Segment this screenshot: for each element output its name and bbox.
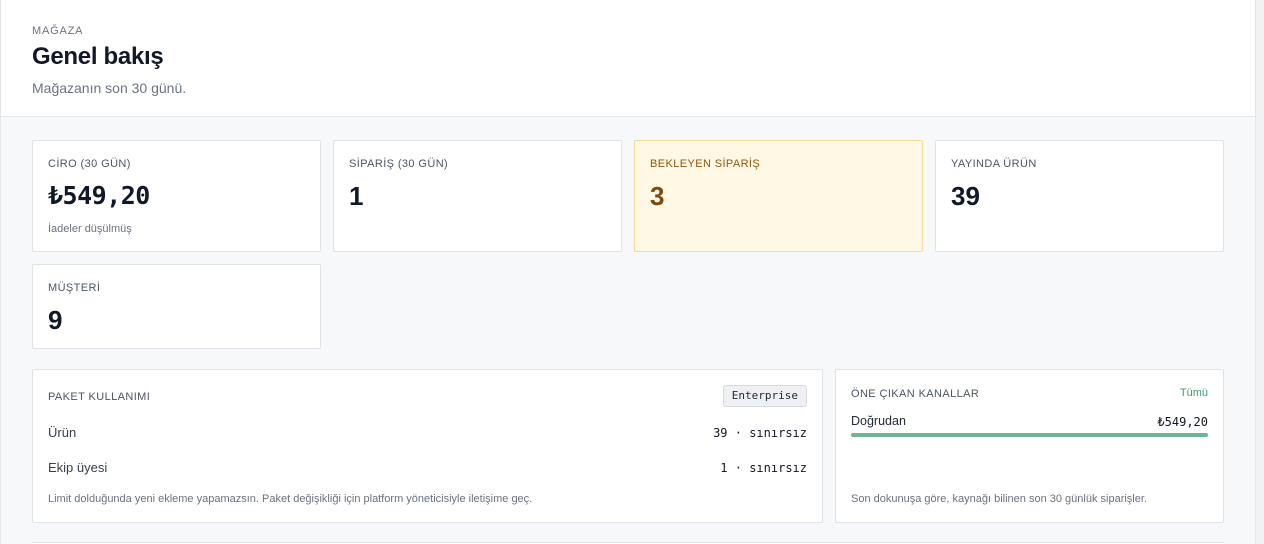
channels-note: Son dokunuşa göre, kaynağı bilinen son 3… [851,493,1147,505]
usage-value: 1 · sınırsız [720,461,807,475]
plan-usage-card: PAKET KULLANIMI Enterprise Ürün 39 · sın… [32,369,823,523]
stat-note: İadeler düşülmüş [48,223,132,235]
channel-share-fill [851,433,1208,437]
top-channels-card: ÖNE ÇIKAN KANALLAR Tümü Doğrudan ₺549,20… [835,369,1224,523]
channel-name: Doğrudan [851,414,906,428]
plan-usage-title: PAKET KULLANIMI [48,391,151,403]
plan-usage-note: Limit dolduğunda yeni ekleme yapamazsın.… [48,493,533,505]
page-subtitle: Mağazanın son 30 günü. [32,80,187,96]
page-header: MAĞAZA Genel bakış Mağazanın son 30 günü… [1,0,1255,117]
usage-value: 39 · sınırsız [713,426,807,440]
section-eyebrow: MAĞAZA [32,25,84,37]
stat-value: 1 [349,181,364,211]
stat-value: 9 [48,305,63,335]
overview-page: MAĞAZA Genel bakış Mağazanın son 30 günü… [0,0,1256,544]
page-title: Genel bakış [32,43,164,70]
stat-value: 39 [951,181,980,211]
stat-card-customers: MÜŞTERİ 9 [32,264,321,349]
usage-name: Ekip üyesi [48,460,108,475]
view-all-link[interactable]: Tümü [1180,387,1208,399]
stat-card-pending-orders[interactable]: BEKLEYEN SİPARİŞ 3 [634,140,923,252]
stat-value: ₺549,20 [48,181,150,210]
usage-row: Ürün 39 · sınırsız [48,425,807,443]
stat-card-orders: SİPARİŞ (30 GÜN) 1 [333,140,622,252]
plan-badge: Enterprise [722,385,807,407]
stat-label: CİRO (30 GÜN) [48,158,131,170]
stat-card-live-products: YAYINDA ÜRÜN 39 [935,140,1224,252]
stat-value: 3 [650,181,665,211]
stat-card-revenue: CİRO (30 GÜN) ₺549,20 İadeler düşülmüş [32,140,321,252]
stat-label: BEKLEYEN SİPARİŞ [650,158,761,170]
stat-label: YAYINDA ÜRÜN [951,158,1037,170]
scrollbar-track[interactable] [1256,0,1264,544]
channel-share-bar [851,433,1208,437]
stat-label: SİPARİŞ (30 GÜN) [349,158,449,170]
usage-name: Ürün [48,425,77,440]
channels-title: ÖNE ÇIKAN KANALLAR [851,388,980,400]
usage-row: Ekip üyesi 1 · sınırsız [48,460,807,478]
stat-label: MÜŞTERİ [48,282,101,294]
channel-value: ₺549,20 [1157,415,1208,429]
